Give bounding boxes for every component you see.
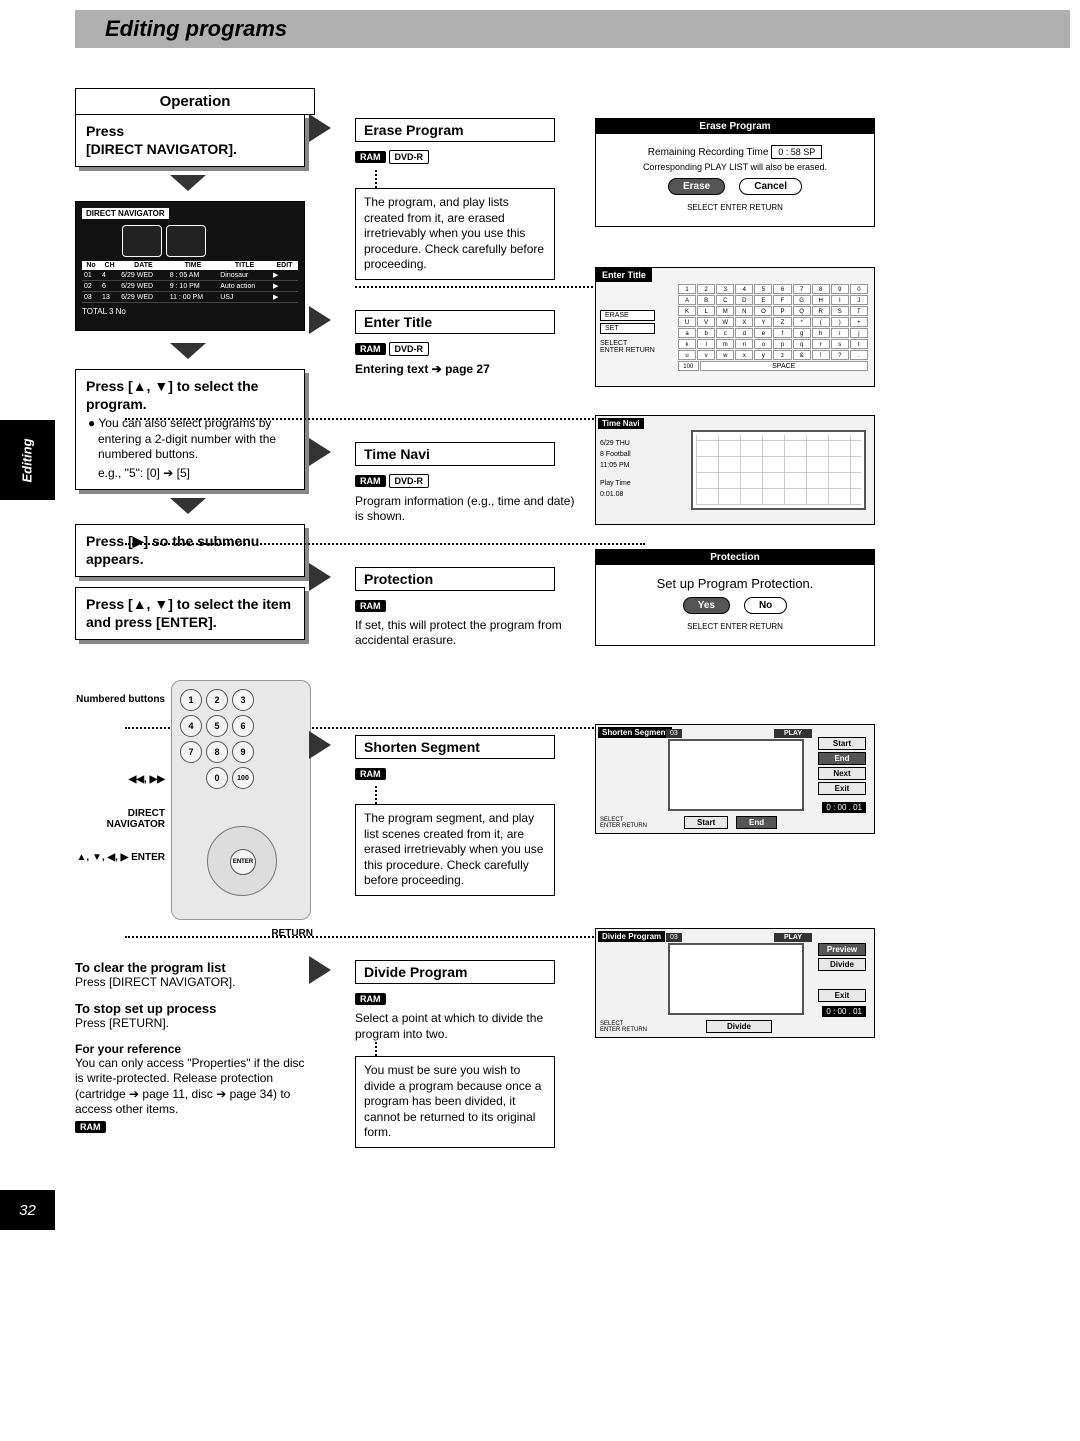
title-divide: Divide Program	[355, 960, 555, 984]
cancel-button[interactable]: Cancel	[739, 178, 802, 195]
page-header: Editing programs	[75, 10, 1070, 48]
osd-divide-program: Divide Program 03 PLAY Preview Divide Ex…	[595, 928, 875, 1038]
key-3[interactable]: 3	[232, 689, 254, 711]
no-button[interactable]: No	[744, 597, 787, 614]
d-pad[interactable]: ENTER	[197, 826, 287, 896]
arrow-down-icon	[170, 343, 206, 359]
step2-sub2: e.g., "5": [0] ➔ [5]	[86, 466, 294, 482]
divide-button-2[interactable]: Divide	[706, 1020, 772, 1033]
step2-title: Press [▲, ▼] to select the program.	[86, 378, 294, 413]
number-keypad: 123 456 789 0100	[180, 689, 264, 789]
enter-title-sub: Entering text ➔ page 27	[355, 362, 575, 378]
title-time-navi: Time Navi	[355, 442, 555, 466]
key-4[interactable]: 4	[180, 715, 202, 737]
right-arrow-icon	[309, 731, 331, 759]
exit-button[interactable]: Exit	[818, 782, 866, 795]
block-shorten-segment: Shorten Segment RAM The program segment,…	[355, 735, 575, 938]
osd-enter-title: Enter Title ERASE SET SELECT ENTER RETUR…	[595, 267, 875, 387]
arrow-down-icon	[170, 175, 206, 191]
key-100[interactable]: 100	[232, 767, 254, 789]
step-select-program: Press [▲, ▼] to select the program. ● Yo…	[75, 369, 305, 490]
erase-char-button[interactable]: ERASE	[600, 310, 655, 321]
end-button[interactable]: End	[818, 752, 866, 765]
set-button[interactable]: SET	[600, 323, 655, 334]
key-9[interactable]: 9	[232, 741, 254, 763]
block-divide-program: Divide Program RAM Select a point at whi…	[355, 960, 575, 1148]
remote-control-diagram: Numbered buttons ◀◀, ▶▶ DIRECT NAVIGATOR…	[75, 680, 315, 950]
operation-label: Operation	[75, 88, 315, 115]
stop-setup-heading: To stop set up process	[75, 1001, 315, 1016]
step1-line2: [DIRECT NAVIGATOR].	[86, 141, 237, 157]
title-protection: Protection	[355, 567, 555, 591]
page-title: Editing programs	[105, 16, 287, 42]
title-shorten: Shorten Segment	[355, 735, 555, 759]
start-button[interactable]: Start	[818, 737, 866, 750]
callout-erase: The program, and play lists created from…	[355, 188, 555, 280]
title-erase-program: Erase Program	[355, 118, 555, 142]
step-select-item-enter: Press [▲, ▼] to select the item and pres…	[75, 587, 305, 640]
divide-body: Select a point at which to divide the pr…	[355, 1011, 575, 1042]
clear-list-heading: To clear the program list	[75, 960, 315, 975]
step3-title: Press [▶] so the submenu appears.	[86, 533, 294, 568]
right-arrow-icon	[309, 114, 331, 142]
key-7[interactable]: 7	[180, 741, 202, 763]
osd-protection: Protection Set up Program Protection. Ye…	[595, 549, 875, 646]
page-number: 32	[0, 1190, 55, 1230]
for-reference-text: You can only access "Properties" if the …	[75, 1056, 315, 1118]
step2-sub1: You can also select programs by entering…	[98, 416, 276, 461]
key-5[interactable]: 5	[206, 715, 228, 737]
label-direct-navigator: DIRECT NAVIGATOR	[75, 808, 165, 830]
end-button-2[interactable]: End	[736, 816, 777, 829]
right-arrow-icon	[309, 563, 331, 591]
key-2[interactable]: 2	[206, 689, 228, 711]
key-6[interactable]: 6	[232, 715, 254, 737]
right-arrow-icon	[309, 438, 331, 466]
right-arrow-icon	[309, 306, 331, 334]
osd-erase-program: Erase Program Remaining Recording Time 0…	[595, 118, 875, 227]
osd-erase-header: Erase Program	[596, 119, 874, 134]
callout-divide: You must be sure you wish to divide a pr…	[355, 1056, 555, 1148]
label-ffrw: ◀◀, ▶▶	[75, 774, 165, 785]
protection-body: If set, this will protect the program fr…	[355, 618, 575, 649]
arrow-down-icon	[170, 498, 206, 514]
divide-button[interactable]: Divide	[818, 958, 866, 971]
yes-button[interactable]: Yes	[683, 597, 730, 614]
osd-table: No CH DATE TIME TITLE EDIT 0146/29 WED8 …	[82, 261, 298, 303]
for-reference-heading: For your reference	[75, 1042, 315, 1056]
block-enter-title: Enter Title RAMDVD-R Entering text ➔ pag…	[355, 310, 575, 420]
block-protection: Protection RAM If set, this will protect…	[355, 567, 575, 649]
block-time-navi: Time Navi RAMDVD-R Program information (…	[355, 442, 575, 545]
enter-button[interactable]: ENTER	[230, 849, 256, 875]
time-navi-body: Program information (e.g., time and date…	[355, 494, 575, 525]
preview-button[interactable]: Preview	[818, 943, 866, 956]
exit-button[interactable]: Exit	[818, 989, 866, 1002]
direct-navigator-osd: DIRECT NAVIGATOR No CH DATE TIME TITLE E…	[75, 201, 305, 331]
osd-time-navi: Time Navi 6/29 THU 8 Football 11:05 PM P…	[595, 415, 875, 525]
step4-title: Press [▲, ▼] to select the item and pres…	[86, 596, 294, 631]
step-press-direct-navigator: Press [DIRECT NAVIGATOR].	[75, 114, 305, 167]
osd-shorten-segment: Shorten Segment 03 PLAY Start End Next E…	[595, 724, 875, 834]
key-0[interactable]: 0	[206, 767, 228, 789]
osd-total: TOTAL 3 No	[82, 307, 298, 316]
erase-button[interactable]: Erase	[668, 178, 725, 195]
callout-shorten: The program segment, and play list scene…	[355, 804, 555, 896]
label-arrows-enter: ▲, ▼, ◀, ▶ ENTER	[75, 852, 165, 863]
page-number-text: 32	[19, 1202, 36, 1219]
next-button[interactable]: Next	[818, 767, 866, 780]
step1-line1: Press	[86, 123, 124, 139]
ram-badge: RAM	[75, 1121, 106, 1133]
right-arrow-icon	[309, 956, 331, 984]
title-enter-title: Enter Title	[355, 310, 555, 334]
osd-header: DIRECT NAVIGATOR	[82, 208, 169, 219]
key-1[interactable]: 1	[180, 689, 202, 711]
start-button-2[interactable]: Start	[684, 816, 728, 829]
label-numbered-buttons: Numbered buttons	[75, 694, 165, 705]
stop-setup-text: Press [RETURN].	[75, 1016, 315, 1032]
character-grid[interactable]: 1234567890 ABCDEFGHIJ KLMNOPQRST UVWXYZ*…	[678, 284, 868, 371]
key-8[interactable]: 8	[206, 741, 228, 763]
block-erase-program: Erase Program RAMDVD-R The program, and …	[355, 118, 575, 288]
step-open-submenu: Press [▶] so the submenu appears.	[75, 524, 305, 577]
clear-list-text: Press [DIRECT NAVIGATOR].	[75, 975, 315, 991]
